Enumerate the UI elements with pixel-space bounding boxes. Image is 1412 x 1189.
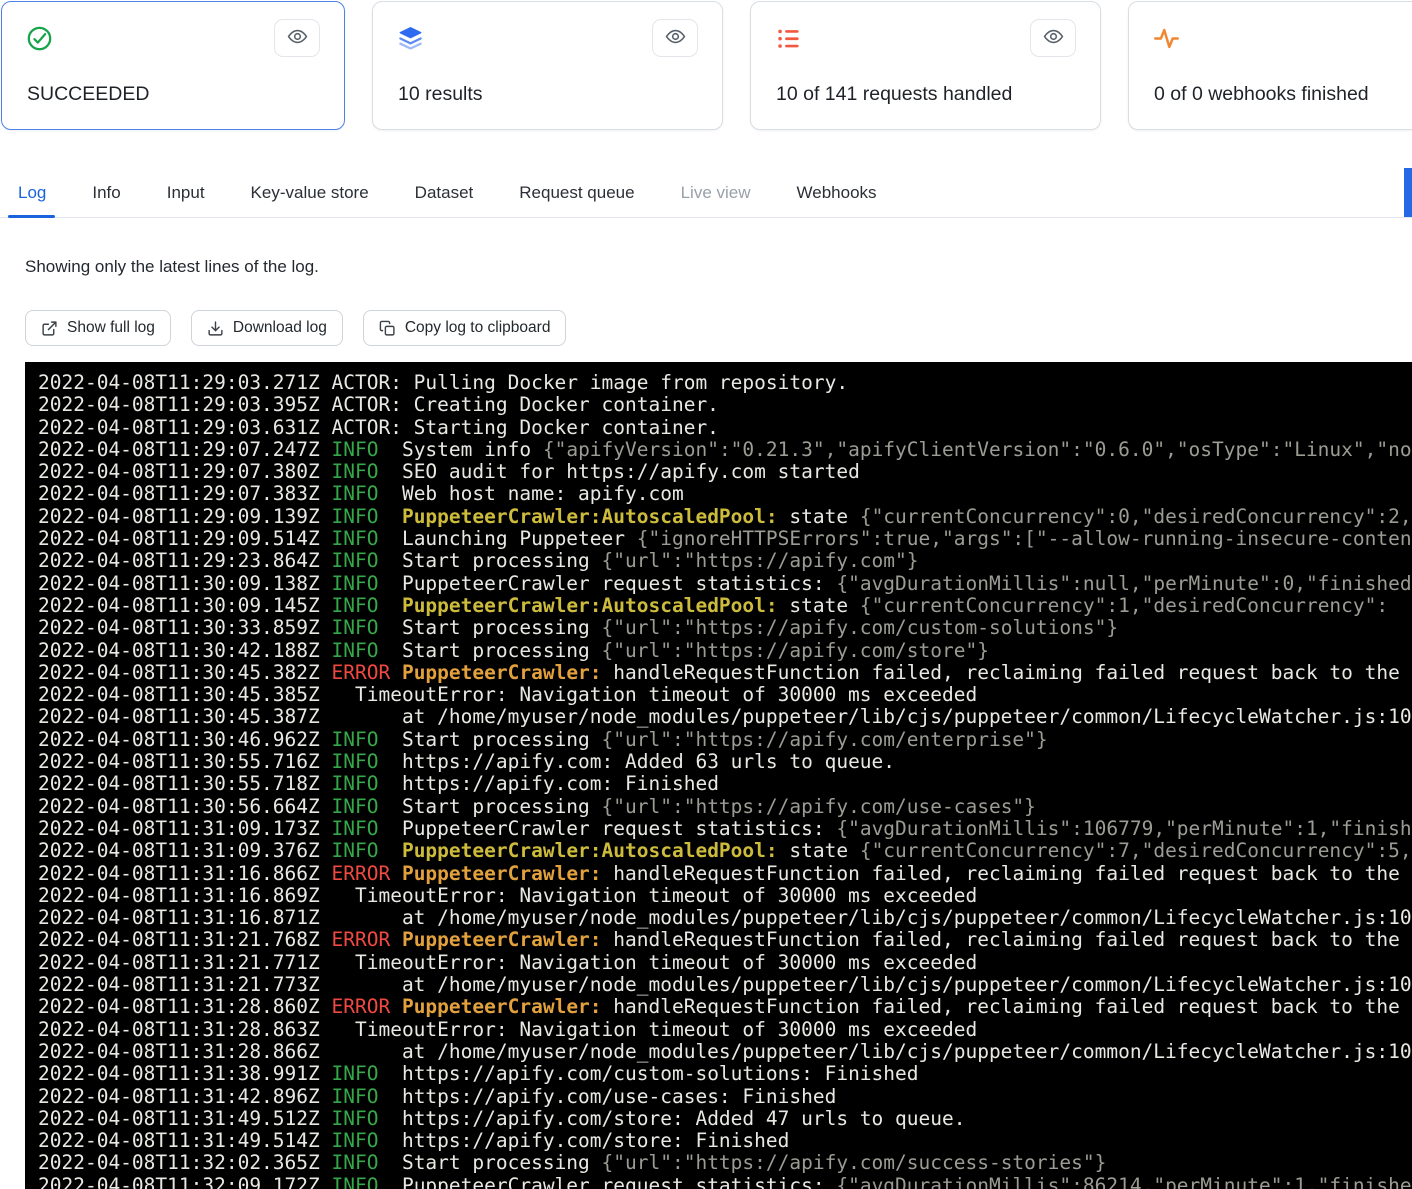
webhooks-card: 0 of 0 webhooks finished xyxy=(1128,1,1412,130)
log-line: 2022-04-08T11:29:07.383Z INFO Web host n… xyxy=(38,483,1412,505)
log-line: 2022-04-08T11:29:07.380Z INFO SEO audit … xyxy=(38,461,1412,483)
log-line: 2022-04-08T11:32:02.365Z INFO Start proc… xyxy=(38,1152,1412,1174)
log-line: 2022-04-08T11:30:55.718Z INFO https://ap… xyxy=(38,773,1412,795)
requests-progress-label: 10 of 141 requests handled xyxy=(776,83,1012,106)
log-line: 2022-04-08T11:31:42.896Z INFO https://ap… xyxy=(38,1086,1412,1108)
log-line: 2022-04-08T11:29:09.139Z INFO PuppeteerC… xyxy=(38,506,1412,528)
status-card-succeeded: SUCCEEDED xyxy=(1,1,345,130)
copy-log-button[interactable]: Copy log to clipboard xyxy=(363,310,567,346)
toggle-visibility-button[interactable] xyxy=(274,19,320,57)
external-link-icon xyxy=(41,320,58,337)
log-line: 2022-04-08T11:30:45.387Z at /home/myuser… xyxy=(38,706,1412,728)
log-line: 2022-04-08T11:30:55.716Z INFO https://ap… xyxy=(38,751,1412,773)
log-line: 2022-04-08T11:31:38.991Z INFO https://ap… xyxy=(38,1063,1412,1085)
log-line: 2022-04-08T11:31:16.869Z TimeoutError: N… xyxy=(38,885,1412,907)
log-actions: Show full log Download log Copy log to c… xyxy=(25,310,566,346)
log-line: 2022-04-08T11:29:03.271Z ACTOR: Pulling … xyxy=(38,372,1412,394)
tab-webhooks[interactable]: Webhooks xyxy=(797,168,877,217)
tab-dataset[interactable]: Dataset xyxy=(415,168,474,217)
log-line: 2022-04-08T11:31:09.173Z INFO PuppeteerC… xyxy=(38,818,1412,840)
log-notice-text: Showing only the latest lines of the log… xyxy=(25,257,319,277)
log-line: 2022-04-08T11:31:49.512Z INFO https://ap… xyxy=(38,1108,1412,1130)
log-line: 2022-04-08T11:29:23.864Z INFO Start proc… xyxy=(38,550,1412,572)
log-line: 2022-04-08T11:31:21.771Z TimeoutError: N… xyxy=(38,952,1412,974)
toggle-visibility-button[interactable] xyxy=(652,19,698,57)
webhooks-progress-label: 0 of 0 webhooks finished xyxy=(1154,83,1369,106)
log-line: 2022-04-08T11:30:46.962Z INFO Start proc… xyxy=(38,729,1412,751)
log-line: 2022-04-08T11:29:03.395Z ACTOR: Creating… xyxy=(38,394,1412,416)
log-line: 2022-04-08T11:30:33.859Z INFO Start proc… xyxy=(38,617,1412,639)
log-line: 2022-04-08T11:31:09.376Z INFO PuppeteerC… xyxy=(38,840,1412,862)
log-line: 2022-04-08T11:31:28.866Z at /home/myuser… xyxy=(38,1041,1412,1063)
log-line: 2022-04-08T11:30:09.145Z INFO PuppeteerC… xyxy=(38,595,1412,617)
log-line: 2022-04-08T11:30:56.664Z INFO Start proc… xyxy=(38,796,1412,818)
tab-info[interactable]: Info xyxy=(92,168,120,217)
eye-icon xyxy=(665,26,686,50)
log-viewer[interactable]: 2022-04-08T11:29:03.271Z ACTOR: Pulling … xyxy=(25,362,1412,1189)
run-status-label: SUCCEEDED xyxy=(27,83,149,106)
button-label: Download log xyxy=(233,319,327,337)
eye-icon xyxy=(1043,26,1064,50)
activity-icon xyxy=(1153,25,1180,52)
button-label: Show full log xyxy=(67,319,155,337)
log-line: 2022-04-08T11:30:42.188Z INFO Start proc… xyxy=(38,640,1412,662)
list-icon xyxy=(775,25,802,52)
log-line: 2022-04-08T11:31:21.773Z at /home/myuser… xyxy=(38,974,1412,996)
log-line: 2022-04-08T11:31:28.860Z ERROR Puppeteer… xyxy=(38,996,1412,1018)
log-line: 2022-04-08T11:29:09.514Z INFO Launching … xyxy=(38,528,1412,550)
layers-icon xyxy=(397,25,424,52)
toggle-visibility-button[interactable] xyxy=(1030,19,1076,57)
tab-live-view[interactable]: Live view xyxy=(681,168,751,217)
tab-input[interactable]: Input xyxy=(167,168,205,217)
tab-request-queue[interactable]: Request queue xyxy=(519,168,634,217)
log-line: 2022-04-08T11:29:03.631Z ACTOR: Starting… xyxy=(38,417,1412,439)
run-tab-bar: Log Info Input Key-value store Dataset R… xyxy=(0,168,1412,218)
results-count-label: 10 results xyxy=(398,83,483,106)
check-circle-icon xyxy=(26,25,53,52)
copy-icon xyxy=(379,320,396,337)
eye-icon xyxy=(287,26,308,50)
requests-card: 10 of 141 requests handled xyxy=(750,1,1101,130)
log-line: 2022-04-08T11:31:16.871Z at /home/myuser… xyxy=(38,907,1412,929)
button-label: Copy log to clipboard xyxy=(405,319,551,337)
log-line: 2022-04-08T11:29:07.247Z INFO System inf… xyxy=(38,439,1412,461)
log-line: 2022-04-08T11:31:21.768Z ERROR Puppeteer… xyxy=(38,929,1412,951)
log-line: 2022-04-08T11:31:49.514Z INFO https://ap… xyxy=(38,1130,1412,1152)
log-line: 2022-04-08T11:32:09.172Z INFO PuppeteerC… xyxy=(38,1175,1412,1189)
log-line: 2022-04-08T11:31:16.866Z ERROR Puppeteer… xyxy=(38,863,1412,885)
show-full-log-button[interactable]: Show full log xyxy=(25,310,171,346)
tab-key-value-store[interactable]: Key-value store xyxy=(251,168,369,217)
results-card: 10 results xyxy=(372,1,723,130)
download-icon xyxy=(207,320,224,337)
cut-off-blue-button[interactable] xyxy=(1404,168,1412,217)
download-log-button[interactable]: Download log xyxy=(191,310,343,346)
log-line: 2022-04-08T11:30:09.138Z INFO PuppeteerC… xyxy=(38,573,1412,595)
log-line: 2022-04-08T11:30:45.385Z TimeoutError: N… xyxy=(38,684,1412,706)
log-line: 2022-04-08T11:30:45.382Z ERROR Puppeteer… xyxy=(38,662,1412,684)
log-line: 2022-04-08T11:31:28.863Z TimeoutError: N… xyxy=(38,1019,1412,1041)
tab-log[interactable]: Log xyxy=(18,168,46,217)
